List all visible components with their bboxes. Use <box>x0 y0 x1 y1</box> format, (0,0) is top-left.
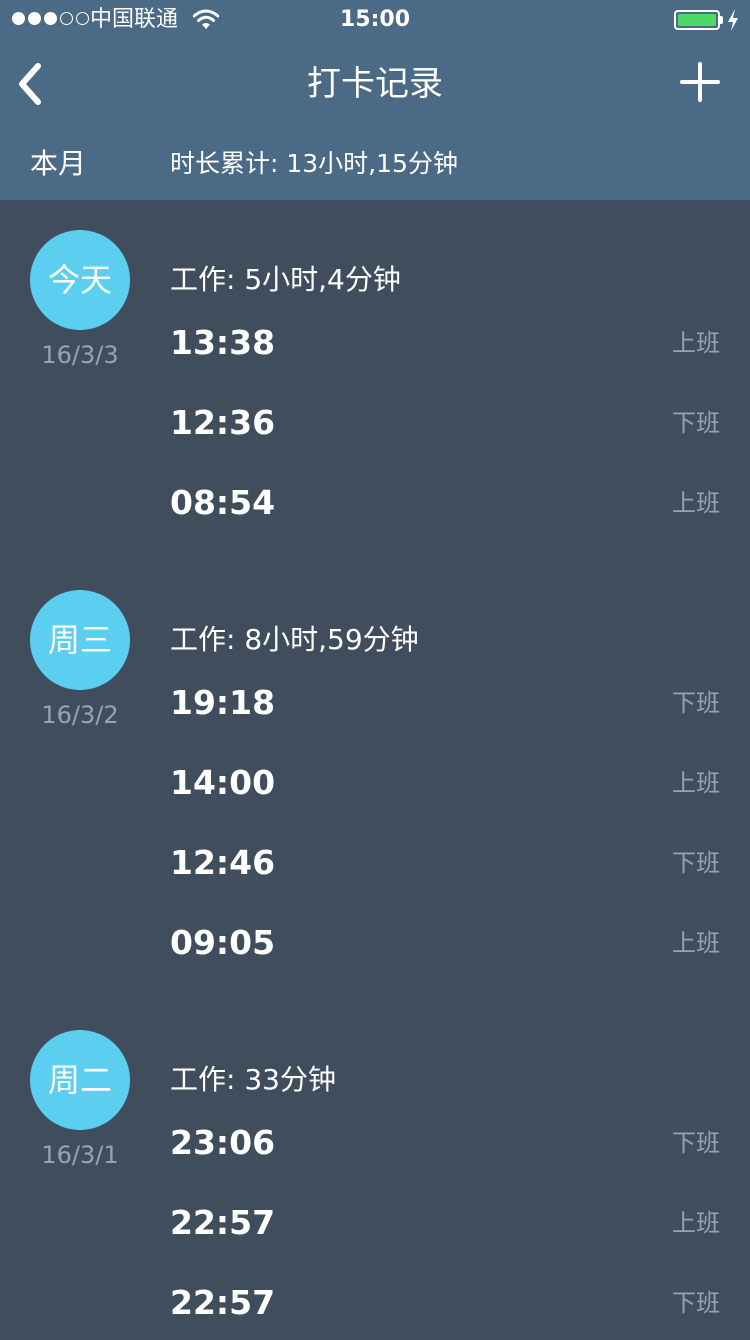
punch-type: 上班 <box>672 489 720 517</box>
day-badge: 周三 <box>30 590 130 690</box>
punch-type: 上班 <box>672 769 720 797</box>
plus-icon <box>680 62 720 102</box>
punch-type: 下班 <box>672 849 720 877</box>
header: 中国联通 15:00 打卡记录 本月 时长累计: 13小时,15分钟 <box>0 0 750 200</box>
punch-time: 23:06 <box>170 1123 276 1162</box>
punch-entry[interactable]: 13:38 上班 <box>0 320 750 380</box>
add-button[interactable] <box>676 58 724 106</box>
period-label: 本月 <box>30 147 87 180</box>
punch-type: 下班 <box>672 409 720 437</box>
total-duration: 时长累计: 13小时,15分钟 <box>170 149 458 178</box>
work-duration: 工作: 5小时,4分钟 <box>170 263 401 296</box>
punch-entry[interactable]: 22:57 下班 <box>0 1280 750 1340</box>
punch-entry[interactable]: 09:05 上班 <box>0 920 750 980</box>
punch-time: 12:36 <box>170 403 276 442</box>
punch-entry[interactable]: 22:57 上班 <box>0 1200 750 1260</box>
punch-entry[interactable]: 12:46 下班 <box>0 840 750 900</box>
punch-type: 下班 <box>672 689 720 717</box>
punch-entry[interactable]: 23:06 下班 <box>0 1120 750 1180</box>
punch-entry[interactable]: 19:18 下班 <box>0 680 750 740</box>
punch-entry[interactable]: 12:36 下班 <box>0 400 750 460</box>
punch-entry[interactable]: 08:54 上班 <box>0 480 750 540</box>
day-badge: 周二 <box>30 1030 130 1130</box>
work-duration: 工作: 8小时,59分钟 <box>170 623 419 656</box>
punch-time: 22:57 <box>170 1203 276 1242</box>
punch-type: 上班 <box>672 329 720 357</box>
punch-time: 09:05 <box>170 923 276 962</box>
punch-time: 22:57 <box>170 1283 276 1322</box>
day-badge: 今天 <box>30 230 130 330</box>
punch-time: 14:00 <box>170 763 276 802</box>
work-duration: 工作: 33分钟 <box>170 1063 336 1096</box>
punch-type: 下班 <box>672 1129 720 1157</box>
punch-time: 12:46 <box>170 843 276 882</box>
battery-icon <box>674 10 720 30</box>
punch-time: 13:38 <box>170 323 276 362</box>
punch-type: 上班 <box>672 929 720 957</box>
battery-level <box>678 14 716 26</box>
charging-icon <box>728 9 738 31</box>
punch-type: 上班 <box>672 1209 720 1237</box>
page-title: 打卡记录 <box>307 64 443 104</box>
punch-time: 19:18 <box>170 683 276 722</box>
status-time: 15:00 <box>339 7 411 32</box>
punch-entry[interactable]: 14:00 上班 <box>0 760 750 820</box>
punch-type: 下班 <box>672 1289 720 1317</box>
status-bar: 中国联通 15:00 <box>0 0 750 40</box>
punch-time: 08:54 <box>170 483 276 522</box>
